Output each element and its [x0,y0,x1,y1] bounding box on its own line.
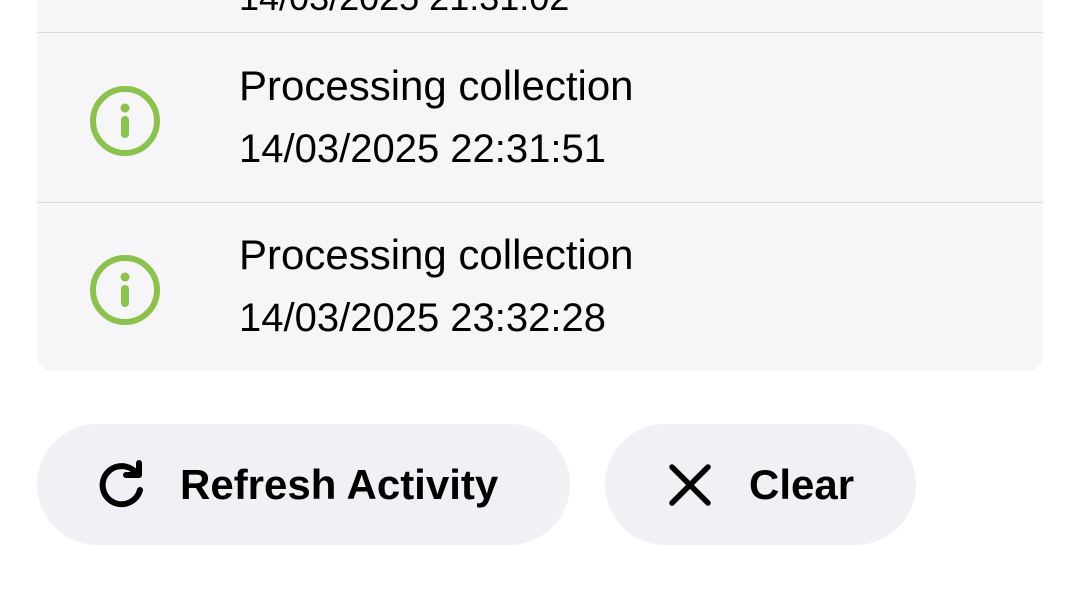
activity-time: 14/03/2025 21:31:02 [239,0,569,16]
list-item[interactable]: Processing collection 14/03/2025 23:32:2… [37,203,1043,371]
close-icon [665,460,715,510]
activity-time: 14/03/2025 22:31:51 [239,127,607,171]
list-item[interactable]: Processing collection 14/03/2025 22:31:5… [37,34,1043,203]
info-circle-icon [88,84,162,158]
refresh-activity-button[interactable]: Refresh Activity [37,424,570,545]
activity-time: 14/03/2025 23:32:28 [239,296,607,340]
activity-view: 14/03/2025 21:31:02 Processing collectio… [0,0,1080,606]
refresh-activity-label: Refresh Activity [180,461,499,508]
list-item[interactable]: 14/03/2025 21:31:02 [37,0,1043,33]
clear-button[interactable]: Clear [605,424,916,545]
refresh-icon [97,460,147,510]
info-circle-icon [88,253,162,327]
activity-title: Processing collection [239,62,634,109]
activity-title: Processing collection [239,231,634,278]
clear-label: Clear [749,461,855,508]
activity-list: 14/03/2025 21:31:02 Processing collectio… [37,0,1043,371]
